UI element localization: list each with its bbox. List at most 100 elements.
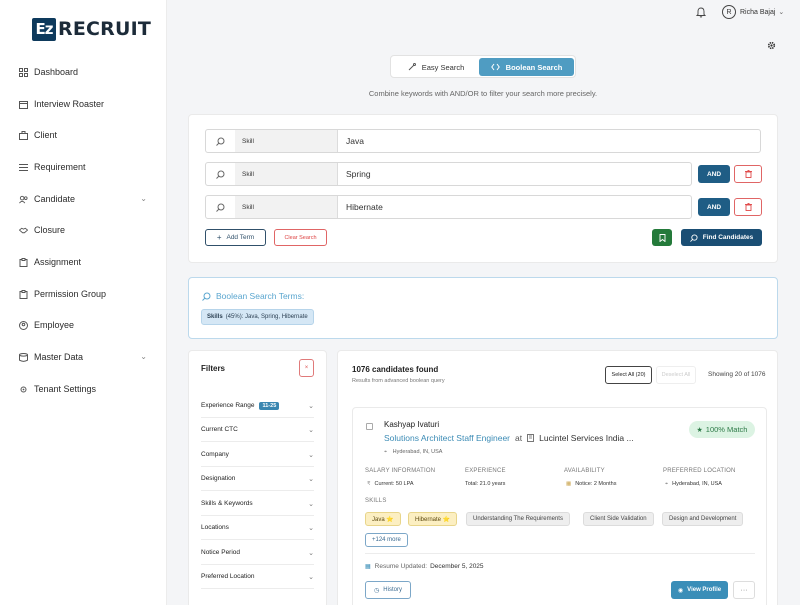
gear-icon[interactable] <box>767 41 776 50</box>
bookmark-icon <box>659 233 665 242</box>
view-profile-button[interactable]: ◉ View Profile <box>671 581 728 599</box>
filter-company[interactable]: Company ⌄ <box>201 443 314 467</box>
field-select[interactable]: Skill <box>235 196 338 218</box>
divider <box>365 553 755 554</box>
user-circle-icon <box>19 320 28 330</box>
experience-value: Total: 21.0 years <box>465 481 506 487</box>
term-input[interactable]: Spring <box>338 163 691 185</box>
candidate-name[interactable]: Kashyap Ivaturi <box>384 420 439 429</box>
chevron-down-icon: ⌄ <box>308 573 314 581</box>
cog-icon <box>19 385 28 394</box>
sidebar-item-permission-group[interactable]: Permission Group <box>19 286 151 302</box>
brand-logo[interactable]: Ez RECRUIT <box>32 17 151 41</box>
chevron-down-icon: ⌄ <box>140 194 147 203</box>
filter-locations[interactable]: Locations ⌄ <box>201 516 314 540</box>
sidebar-item-label: Client <box>34 130 58 140</box>
filter-badge: 11-25 <box>259 401 280 410</box>
skill-chip: Understanding The Requirements <box>466 512 570 526</box>
skill-chip: Hibernate ⭐ <box>408 512 458 526</box>
filter-designation[interactable]: Designation ⌄ <box>201 467 314 491</box>
chevron-down-icon: ⌄ <box>308 500 314 508</box>
field-select[interactable]: Skill <box>235 130 338 152</box>
add-term-button[interactable]: + Add Term <box>205 229 266 246</box>
resume-updated: ▦ Resume Updated: December 5, 2025 <box>365 563 484 570</box>
easy-search-tab[interactable]: Easy Search <box>395 59 477 75</box>
query-row-2[interactable]: Skill Spring <box>205 162 692 186</box>
boolean-terms-title: Boolean Search Terms: <box>202 291 304 301</box>
star-icon: ★ <box>696 426 703 434</box>
list-icon <box>19 163 28 172</box>
clock-icon: ◷ <box>374 587 380 594</box>
filter-current-ctc[interactable]: Current CTC ⌄ <box>201 418 314 442</box>
query-row-1[interactable]: Skill Java <box>205 129 761 153</box>
search-icon <box>206 130 235 152</box>
add-term-label: Add Term <box>226 234 255 241</box>
find-candidates-button[interactable]: Find Candidates <box>681 229 762 246</box>
skills-label: SKILLS <box>365 498 387 504</box>
user-name: Richa Bajaj <box>740 8 776 16</box>
sidebar-item-interview-roaster[interactable]: Interview Roaster <box>19 96 151 112</box>
filters-title: Filters <box>201 364 226 373</box>
more-options-button[interactable]: ··· <box>733 581 755 599</box>
user-menu[interactable]: R Richa Bajaj ⌄ <box>722 5 784 19</box>
sidebar-item-assignment[interactable]: Assignment <box>19 254 151 270</box>
sidebar-item-master-data[interactable]: Master Data ⌄ <box>19 349 151 365</box>
logo-mark: Ez <box>32 17 56 41</box>
filter-notice-period[interactable]: Notice Period ⌄ <box>201 541 314 565</box>
operator-and-button[interactable]: AND <box>698 165 730 183</box>
term-input[interactable]: Java <box>338 130 760 152</box>
filters-panel: Filters × Experience Range 11-25 ⌄ Curre… <box>188 350 327 605</box>
availability-value: ▦ Notice: 2 Months <box>566 481 617 487</box>
chevron-down-icon: ⌄ <box>308 475 314 483</box>
calendar-icon: ▦ <box>566 481 572 487</box>
query-row-3[interactable]: Skill Hibernate <box>205 195 692 219</box>
users-icon <box>19 195 28 204</box>
sidebar-item-label: Tenant Settings <box>34 384 97 394</box>
chevron-down-icon: ⌄ <box>778 9 785 16</box>
sidebar-item-closure[interactable]: Closure <box>19 222 151 238</box>
select-all-button[interactable]: Select All (20) <box>605 366 652 384</box>
sidebar-item-dashboard[interactable]: Dashboard <box>19 64 151 80</box>
skill-chip: Client Side Validation <box>583 512 654 526</box>
chevron-down-icon: ⌄ <box>308 426 314 434</box>
sidebar-item-requirement[interactable]: Requirement <box>19 159 151 175</box>
candidate-checkbox[interactable] <box>366 423 373 430</box>
boolean-search-tab[interactable]: Boolean Search <box>479 58 574 76</box>
sidebar-item-employee[interactable]: Employee <box>19 317 151 333</box>
operator-and-button[interactable]: AND <box>698 198 730 216</box>
logo-text: RECRUIT <box>58 18 152 40</box>
bell-icon[interactable] <box>695 6 707 18</box>
filter-experience-range[interactable]: Experience Range 11-25 ⌄ <box>201 394 314 418</box>
history-button[interactable]: ◷ History <box>365 581 411 599</box>
clear-search-button[interactable]: Clear Search <box>274 229 327 246</box>
candidate-company: Lucintel Services India ... <box>539 433 634 443</box>
close-filters-button[interactable]: × <box>299 359 314 377</box>
handshake-icon <box>19 226 28 235</box>
delete-term-button[interactable] <box>734 165 762 183</box>
trash-icon <box>744 170 752 178</box>
boolean-search-label: Boolean Search <box>505 62 563 72</box>
delete-term-button[interactable] <box>734 198 762 216</box>
salary-value: ₹ Current: 50 LPA <box>367 481 414 487</box>
sidebar-item-label: Dashboard <box>34 67 79 77</box>
building-icon <box>527 434 535 442</box>
deselect-all-button[interactable]: Deselect All <box>656 366 696 384</box>
preferred-location-label: PREFERRED LOCATION <box>663 468 736 474</box>
term-input[interactable]: Hibernate <box>338 196 691 218</box>
sidebar-item-client[interactable]: Client <box>19 127 151 143</box>
sidebar-item-tenant-settings[interactable]: Tenant Settings <box>19 381 151 397</box>
avatar: R <box>722 5 736 19</box>
more-skills-button[interactable]: +124 more <box>365 533 408 547</box>
plus-icon: + <box>216 233 222 242</box>
search-mode-toggle: Easy Search Boolean Search <box>390 55 576 78</box>
save-search-button[interactable] <box>652 229 672 246</box>
clipboard-icon <box>19 257 28 267</box>
filter-preferred-location[interactable]: Preferred Location ⌄ <box>201 565 314 589</box>
field-select[interactable]: Skill <box>235 163 338 185</box>
calendar-icon <box>19 100 28 109</box>
sidebar-item-label: Assignment <box>34 257 82 267</box>
sidebar-item-candidate[interactable]: Candidate ⌄ <box>19 191 151 207</box>
search-icon <box>206 196 235 218</box>
location-pin-icon: ⌖ <box>665 481 669 487</box>
filter-skills-keywords[interactable]: Skills & Keywords ⌄ <box>201 492 314 516</box>
